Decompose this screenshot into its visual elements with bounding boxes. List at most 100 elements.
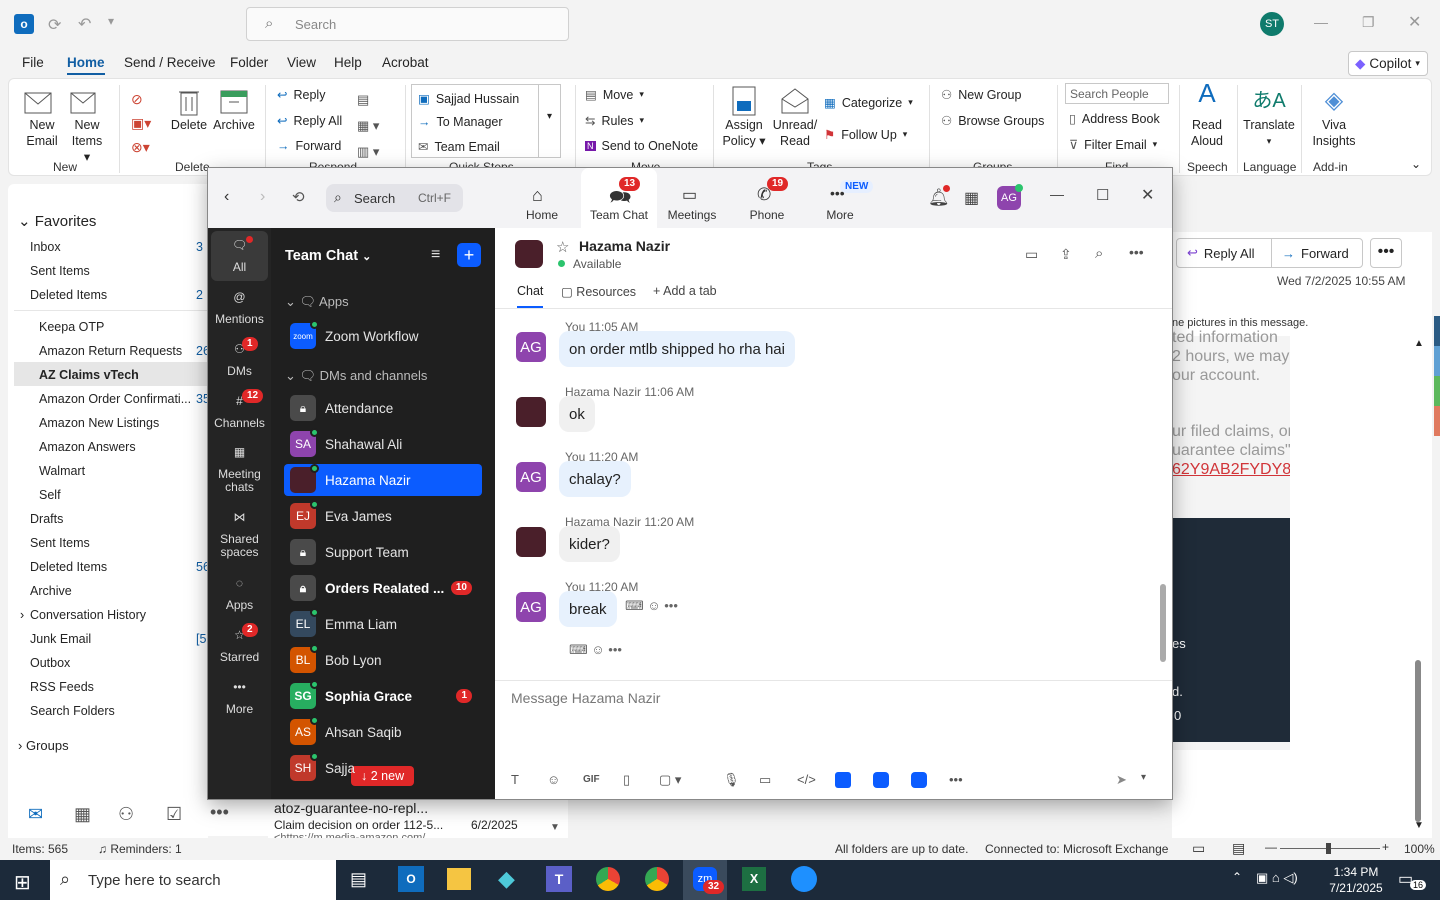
rail-all[interactable]: 🗨︎ All: [208, 238, 271, 274]
reply-all-button[interactable]: ↩ Reply All: [277, 113, 342, 129]
file-icon[interactable]: ▯: [623, 772, 630, 788]
scroll-thumb[interactable]: [1415, 660, 1421, 822]
folder-amazon-answers[interactable]: Amazon Answers: [39, 440, 136, 454]
more-apps-icon[interactable]: •••: [210, 802, 229, 823]
tray-expand-icon[interactable]: ⌃: [1232, 870, 1242, 884]
back-icon[interactable]: ‹: [224, 188, 229, 206]
folder-deleted-items-2[interactable]: Deleted Items: [30, 560, 107, 574]
share-screen-icon[interactable]: ⇪: [1060, 246, 1072, 263]
chat-item[interactable]: 🔒︎ Attendance: [284, 392, 482, 424]
video-message-icon[interactable]: ▭: [759, 772, 771, 788]
zoom-taskbar-item[interactable]: zm 32: [683, 860, 727, 900]
tray-icons[interactable]: ▣ ⌂ ◁): [1256, 870, 1298, 886]
zoom-in-icon[interactable]: +: [1382, 840, 1389, 854]
filter-email-button[interactable]: ⊽ Filter Email ▾: [1069, 137, 1157, 153]
message-bubble[interactable]: break: [559, 591, 617, 627]
chat-item[interactable]: SA Shahawal Ali: [284, 428, 482, 460]
chrome-icon-2[interactable]: [645, 867, 669, 891]
chat-item[interactable]: SG Sophia Grace 1: [284, 680, 482, 712]
tab-meetings[interactable]: ▭ Meetings: [654, 168, 730, 228]
folder-az-claims[interactable]: AZ Claims vTech: [39, 368, 139, 382]
chevron-down-icon[interactable]: ▾: [1141, 772, 1146, 783]
rail-starred[interactable]: ☆ Starred: [208, 628, 271, 664]
browse-groups-button[interactable]: ⚇ Browse Groups: [941, 113, 1044, 129]
scroll-up-icon[interactable]: ▲: [1414, 338, 1424, 349]
normal-view-icon[interactable]: ▭: [1192, 840, 1205, 857]
minimize-icon[interactable]: —: [1050, 186, 1064, 202]
tab-more[interactable]: ••• NEW More: [802, 168, 878, 228]
message-avatar[interactable]: AG: [516, 592, 546, 622]
forward-nav-icon[interactable]: ›: [260, 188, 265, 206]
chat-item-zoom-workflow[interactable]: zoom Zoom Workflow: [284, 320, 482, 352]
message-bubble[interactable]: on order mtlb shipped ho rha hai: [559, 331, 795, 367]
rail-mentions[interactable]: @ Mentions: [208, 290, 271, 326]
chat-item[interactable]: EJ Eva James: [284, 500, 482, 532]
reading-view-icon[interactable]: ▤: [1232, 840, 1245, 857]
emoji-icon[interactable]: ☺: [591, 642, 604, 657]
sync-icon[interactable]: ⟳: [48, 15, 61, 35]
close-icon[interactable]: ✕: [1141, 185, 1154, 205]
rail-dms[interactable]: ⚇ DMs: [208, 342, 271, 378]
forward-button[interactable]: → Forward: [1271, 238, 1363, 268]
reminders[interactable]: ♫ Reminders: 1: [98, 842, 182, 856]
folder-walmart[interactable]: Walmart: [39, 464, 85, 478]
zoom-slider-thumb[interactable]: [1326, 843, 1331, 854]
maximize-icon[interactable]: ☐: [1096, 186, 1109, 204]
menu-file[interactable]: File: [22, 55, 44, 70]
scroll-down-icon[interactable]: ▼: [1414, 820, 1424, 831]
claim-link[interactable]: 62Y9AB2FYDY8: [1172, 460, 1290, 479]
new-chat-button[interactable]: +: [457, 243, 481, 267]
screenshot-icon[interactable]: ▢ ▾: [659, 772, 681, 788]
send-onenote-button[interactable]: N Send to OneNote: [585, 139, 698, 153]
folder-archive[interactable]: Archive: [30, 584, 72, 598]
file-explorer-icon[interactable]: [447, 868, 471, 890]
outlook-search-input[interactable]: ⌕ Search: [246, 7, 569, 41]
more-icon[interactable]: •••: [949, 772, 963, 787]
chrome-icon[interactable]: [596, 867, 620, 891]
categorize-button[interactable]: ▦ Categorize ▾: [824, 95, 913, 111]
folder-amazon-return[interactable]: Amazon Return Requests: [39, 344, 182, 358]
app-icon[interactable]: ◆: [498, 866, 515, 892]
delete-button[interactable]: Delete: [169, 87, 209, 133]
format-text-icon[interactable]: T: [511, 772, 519, 787]
address-book-button[interactable]: ▯ Address Book: [1069, 111, 1160, 127]
app-icon[interactable]: [835, 772, 851, 788]
new-email-button[interactable]: New Email: [23, 87, 61, 149]
send-icon[interactable]: ➤: [1116, 772, 1127, 788]
excel-icon[interactable]: X: [742, 867, 766, 891]
folder-sent-items-2[interactable]: Sent Items: [30, 536, 90, 550]
message-input[interactable]: Message Hazama Nazir: [511, 690, 660, 706]
folder-keepa-otp[interactable]: Keepa OTP: [39, 320, 104, 334]
message-bubble[interactable]: kider?: [559, 526, 620, 562]
chat-item[interactable]: EL Emma Liam: [284, 608, 482, 640]
archive-button[interactable]: Archive: [212, 87, 256, 133]
reply-thread-icon[interactable]: ⌨: [569, 642, 588, 657]
chat-item[interactable]: SH Sajja: [284, 752, 482, 784]
chat-tab-chat[interactable]: Chat: [517, 284, 544, 308]
teams-icon[interactable]: T: [546, 866, 572, 892]
favorites-header[interactable]: ⌄ Favorites: [18, 212, 96, 230]
chat-item[interactable]: Hazama Nazir: [284, 464, 482, 496]
quick-step-2[interactable]: → To Manager: [418, 115, 503, 129]
message-bubble[interactable]: ok: [559, 396, 595, 432]
clock[interactable]: 1:34 PM 7/21/2025: [1326, 864, 1386, 896]
folder-outbox[interactable]: Outbox: [30, 656, 70, 670]
chat-list-title[interactable]: Team Chat ⌄: [285, 248, 371, 264]
mic-icon[interactable]: 🎙︎: [723, 772, 740, 788]
star-icon[interactable]: ☆: [556, 238, 569, 256]
folder-sent-items[interactable]: Sent Items: [30, 264, 90, 278]
move-button[interactable]: ▤ Move ▾: [585, 87, 644, 103]
reply-all-button[interactable]: ↩ Reply All: [1176, 238, 1272, 268]
search-icon[interactable]: ⌕: [1095, 245, 1103, 262]
people-icon[interactable]: ⚇: [118, 804, 134, 825]
message-bubble[interactable]: chalay?: [559, 461, 631, 497]
chat-scroll-thumb[interactable]: [1160, 584, 1166, 662]
more-actions-icon[interactable]: •••: [1370, 238, 1402, 268]
copilot-button[interactable]: ◆ Copilot ▾: [1348, 51, 1428, 76]
undo-icon[interactable]: ↶: [78, 14, 91, 34]
scroll-down-icon[interactable]: ▼: [550, 822, 560, 833]
message-avatar[interactable]: [516, 397, 546, 427]
more-icon[interactable]: •••: [608, 642, 622, 657]
chat-header-name[interactable]: Hazama Nazir: [579, 238, 670, 254]
menu-home[interactable]: Home: [67, 55, 105, 75]
